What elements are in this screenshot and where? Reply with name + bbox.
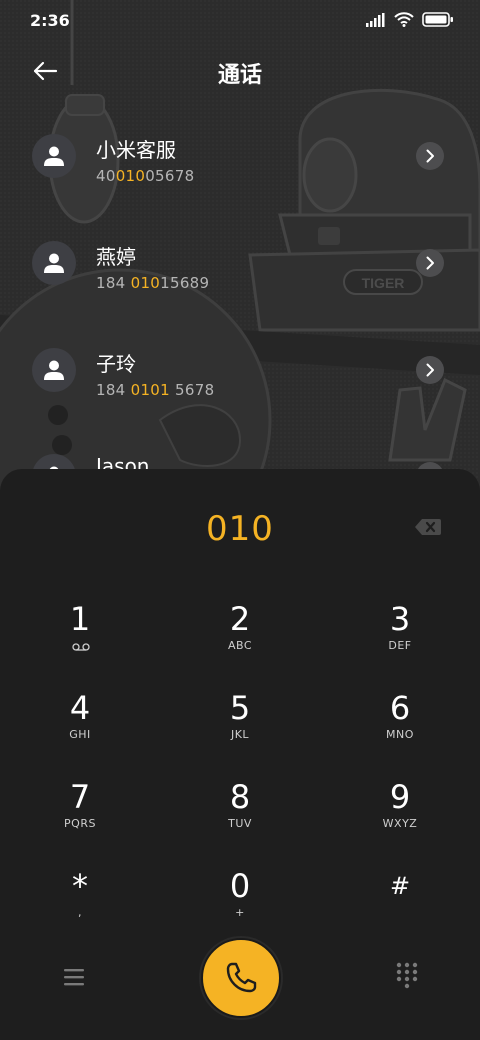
battery-icon — [422, 12, 453, 27]
contact-name: 燕婷 — [96, 245, 136, 269]
person-icon — [44, 360, 64, 380]
phone-icon — [226, 962, 257, 993]
key-letters: , — [78, 906, 82, 919]
key-letters: DEF — [388, 639, 412, 652]
dial-key-hash[interactable]: # — [340, 866, 460, 946]
number-part: 15689 — [160, 274, 210, 292]
key-digit: 1 — [69, 600, 91, 638]
key-letters: GHI — [69, 728, 91, 741]
dial-key-star[interactable]: * , — [20, 866, 140, 946]
contact-number: 4001005678 — [96, 167, 194, 185]
status-icons — [366, 12, 454, 27]
dial-key-0[interactable]: 0 + — [180, 866, 300, 946]
avatar — [32, 241, 76, 285]
key-digit: 6 — [389, 689, 411, 727]
dialpad-icon[interactable] — [393, 961, 421, 989]
key-letters: MNO — [386, 728, 414, 741]
person-icon — [44, 146, 64, 166]
key-digit: # — [389, 872, 411, 900]
dial-key-4[interactable]: 4 GHI — [20, 688, 140, 768]
number-part: 184 — [96, 274, 131, 292]
menu-icon[interactable] — [60, 963, 88, 991]
key-digit: 7 — [69, 778, 91, 816]
key-letters: + — [235, 906, 245, 919]
wifi-icon — [394, 12, 414, 27]
number-part: 40 — [96, 167, 116, 185]
dial-key-9[interactable]: 9 WXYZ — [340, 777, 460, 857]
contact-item[interactable]: 小米客服 4001005678 — [0, 120, 480, 200]
key-digit: * — [72, 867, 88, 905]
avatar — [32, 348, 76, 392]
dial-key-7[interactable]: 7 PQRS — [20, 777, 140, 857]
contact-number: 184 01015689 — [96, 274, 209, 292]
key-letters: WXYZ — [382, 817, 418, 830]
contact-name: 子玲 — [96, 352, 136, 376]
header: 通话 — [0, 48, 480, 94]
contact-number: 184 0101 5678 — [96, 381, 214, 399]
contact-detail-button[interactable] — [416, 356, 444, 384]
dial-key-8[interactable]: 8 TUV — [180, 777, 300, 857]
person-icon — [44, 253, 64, 273]
key-digit: 5 — [229, 689, 251, 727]
dialed-number: 010 — [206, 509, 274, 549]
key-digit: 2 — [229, 600, 251, 638]
chevron-right-icon — [426, 256, 434, 270]
number-match-highlight: 010 — [130, 274, 161, 292]
contact-item[interactable]: 燕婷 184 01015689 — [0, 227, 480, 307]
status-time: 2:36 — [30, 11, 70, 30]
dial-key-5[interactable]: 5 JKL — [180, 688, 300, 768]
status-bar: 2:36 — [0, 0, 480, 40]
contact-item[interactable]: 子玲 184 0101 5678 — [0, 334, 480, 414]
contact-name: 小米客服 — [96, 138, 176, 162]
dial-key-6[interactable]: 6 MNO — [340, 688, 460, 768]
chevron-right-icon — [426, 149, 434, 163]
key-letters: TUV — [228, 817, 252, 830]
key-digit: 9 — [389, 778, 411, 816]
key-digit: 0 — [229, 867, 251, 905]
key-letters: PQRS — [64, 817, 96, 830]
voicemail-icon — [72, 643, 90, 651]
dialer-panel: 010 1 2 ABC 3 DEF 4 GHI 5 JKL 6 MNO 7 PQ… — [0, 469, 480, 1040]
key-letters: ABC — [227, 639, 253, 652]
dial-key-2[interactable]: 2 ABC — [180, 599, 300, 679]
chevron-right-icon — [426, 363, 434, 377]
key-digit: 4 — [69, 689, 91, 727]
number-part: 05678 — [145, 167, 195, 185]
backspace-icon[interactable] — [414, 517, 442, 537]
number-part: 5678 — [169, 381, 215, 399]
number-part: 184 — [96, 381, 131, 399]
avatar — [32, 134, 76, 178]
key-digit: 3 — [389, 600, 411, 638]
key-letters: JKL — [230, 728, 250, 741]
call-button[interactable] — [201, 938, 281, 1018]
contact-detail-button[interactable] — [416, 249, 444, 277]
contact-detail-button[interactable] — [416, 142, 444, 170]
page-title: 通话 — [217, 63, 262, 88]
dial-key-3[interactable]: 3 DEF — [340, 599, 460, 679]
number-match-highlight: 010 — [115, 167, 146, 185]
number-match-highlight: 0101 — [130, 381, 170, 399]
signal-icon — [366, 12, 385, 27]
key-digit: 8 — [229, 778, 251, 816]
dial-key-1[interactable]: 1 — [20, 599, 140, 679]
